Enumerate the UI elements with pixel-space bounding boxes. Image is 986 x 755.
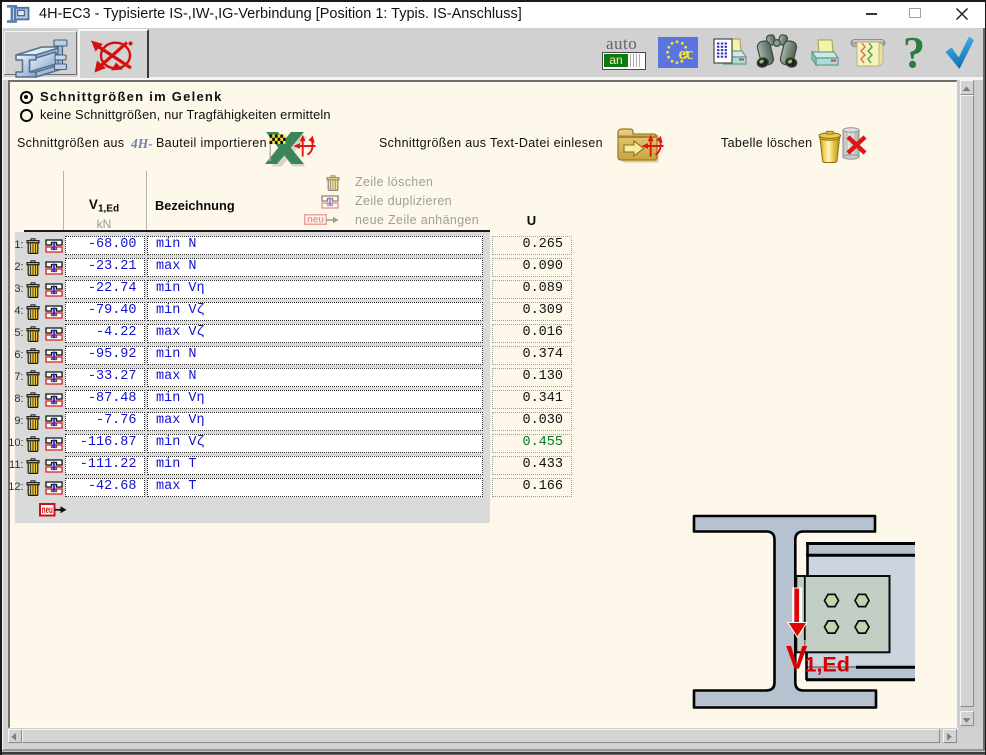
svg-text:1,Ed: 1,Ed xyxy=(805,653,850,677)
svg-text:neu: neu xyxy=(42,505,53,516)
svg-text:ec: ec xyxy=(679,44,694,63)
svg-text:neu: neu xyxy=(307,214,324,224)
